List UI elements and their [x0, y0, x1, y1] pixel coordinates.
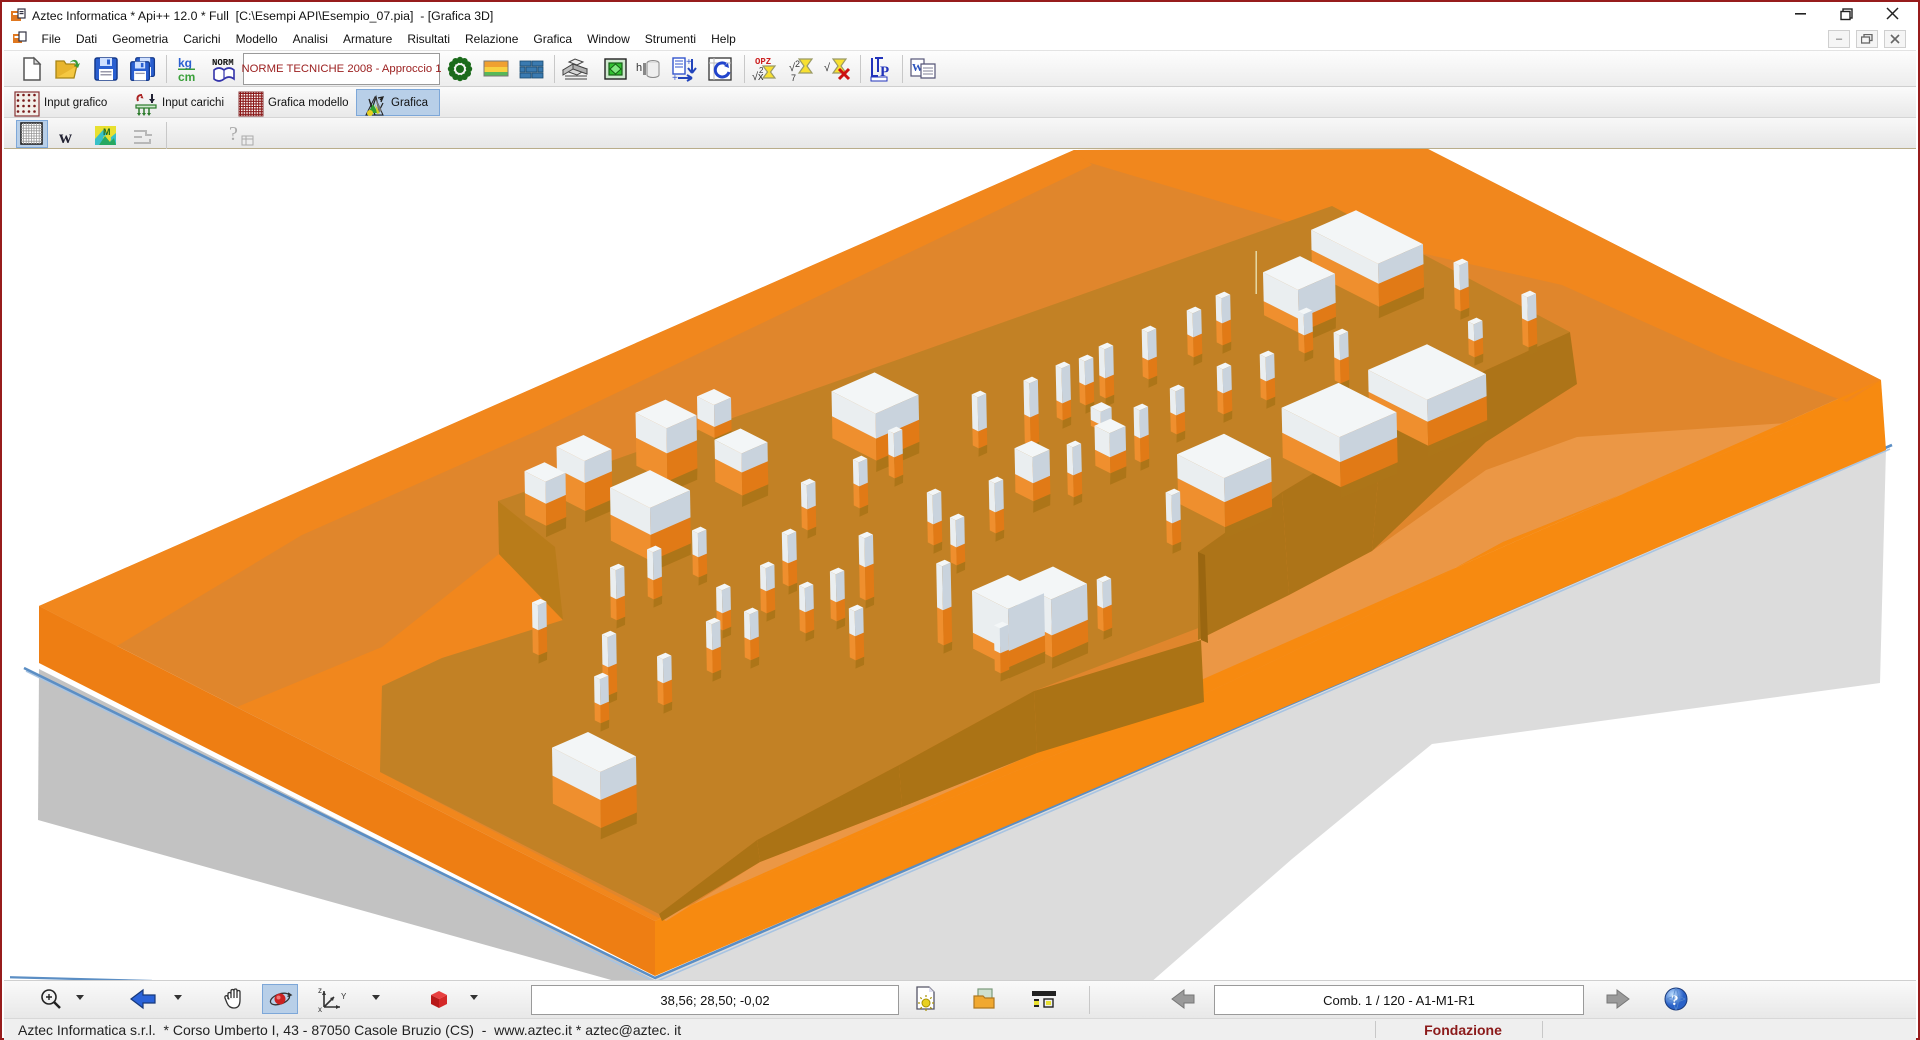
svg-text:?: ?: [1671, 993, 1679, 1009]
svg-text:h: h: [636, 62, 642, 74]
svg-text:M: M: [103, 127, 111, 137]
svg-text:z: z: [318, 986, 322, 995]
svg-text:NORM: NORM: [212, 58, 234, 68]
svg-text:√: √: [824, 62, 831, 74]
svg-text:kg: kg: [178, 56, 192, 70]
svg-text:2: 2: [795, 59, 800, 69]
svg-text:+: +: [672, 73, 678, 83]
svg-text:cm: cm: [178, 70, 195, 83]
svg-text:7: 7: [791, 73, 796, 83]
svg-text:?: ?: [229, 123, 238, 145]
svg-text:Y: Y: [341, 992, 346, 1001]
svg-text:x: x: [318, 1005, 322, 1013]
svg-text:w: w: [59, 127, 72, 147]
svg-text:2: 2: [759, 66, 764, 75]
